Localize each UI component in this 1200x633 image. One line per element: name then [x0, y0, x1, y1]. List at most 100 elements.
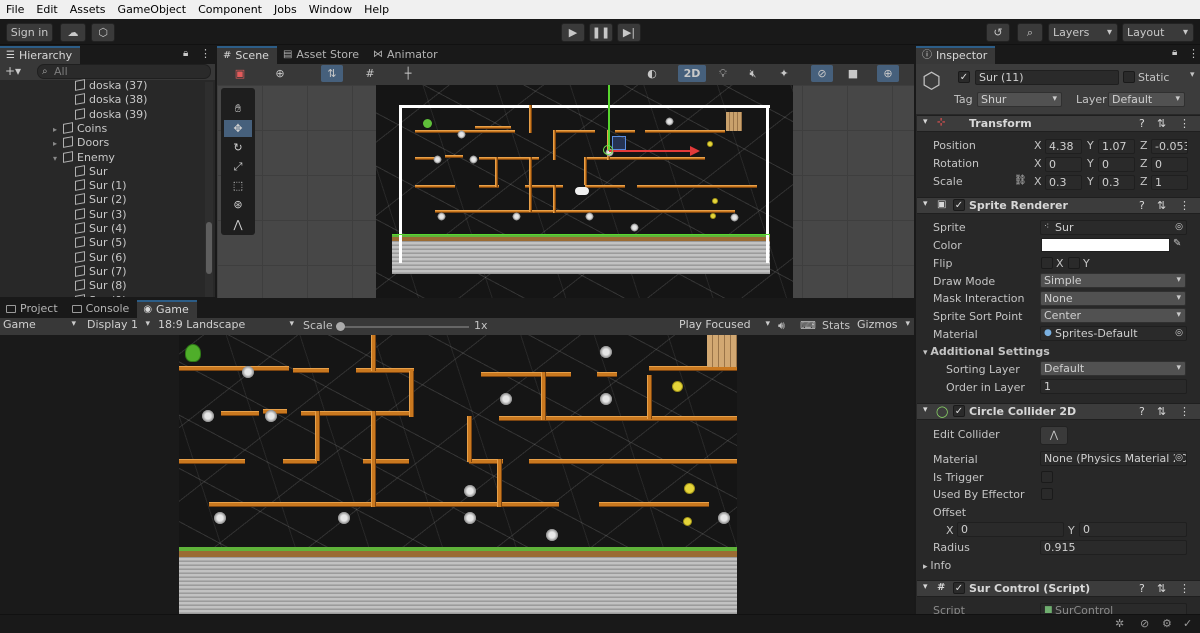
hierarchy-item[interactable]: doska (38): [65, 93, 147, 107]
audio-mute-icon[interactable]: 🔇︎: [742, 65, 764, 82]
move-gizmo-arrow[interactable]: [690, 146, 700, 156]
globe-icon[interactable]: ⊕: [269, 65, 291, 82]
lock-icon[interactable]: 🔒︎: [183, 48, 188, 59]
is-trigger-checkbox[interactable]: [1041, 471, 1053, 483]
used-by-effector-checkbox[interactable]: [1041, 488, 1053, 500]
hierarchy-item[interactable]: Sur (8): [65, 279, 127, 293]
inspector-lock-icon[interactable]: 🔒︎: [1172, 47, 1177, 58]
object-name-field[interactable]: Sur (11): [975, 70, 1119, 85]
order-in-layer-field[interactable]: 1: [1040, 379, 1187, 394]
custom-tool-icon[interactable]: ⋀: [224, 216, 252, 233]
sprite-renderer-header[interactable]: ▾ ▣ ✓ Sprite Renderer ? ⇅ ⋮: [917, 197, 1200, 214]
material-field[interactable]: ● Sprites-Default ◎: [1040, 326, 1187, 341]
tab-inspector[interactable]: ⓘ Inspector: [916, 46, 996, 64]
effects-icon[interactable]: ✦: [773, 65, 795, 82]
menu-help[interactable]: Help: [358, 0, 395, 19]
circle-collider-header[interactable]: ▾ ◯ ✓ Circle Collider 2D ? ⇅ ⋮: [917, 403, 1200, 420]
keyboard-icon[interactable]: ⌨: [800, 319, 816, 332]
color-swatch[interactable]: [1041, 238, 1170, 252]
hierarchy-item[interactable]: Sur: [65, 165, 107, 179]
no-network-icon[interactable]: ⊘: [1140, 617, 1149, 630]
edit-collider-button[interactable]: ⋀: [1040, 426, 1068, 445]
flip-y-checkbox[interactable]: [1068, 257, 1080, 269]
active-checkbox[interactable]: ✓: [958, 71, 970, 83]
hierarchy-item[interactable]: Sur (9): [65, 294, 127, 297]
move-tool-icon[interactable]: ✥: [224, 120, 252, 137]
hierarchy-item[interactable]: Sur (3): [65, 208, 127, 222]
menu-jobs[interactable]: Jobs: [268, 0, 303, 19]
scale-slider-thumb[interactable]: [336, 322, 345, 331]
menu-gameobject[interactable]: GameObject: [112, 0, 193, 19]
hierarchy-item[interactable]: Sur (2): [65, 193, 127, 207]
offset-y-field[interactable]: 0: [1079, 522, 1187, 537]
menu-file[interactable]: File: [0, 0, 30, 19]
hierarchy-scrollbar[interactable]: [205, 82, 213, 297]
game-view[interactable]: [0, 335, 914, 614]
lighting-icon[interactable]: 💡︎: [712, 65, 734, 82]
rotation-x-field[interactable]: 0: [1045, 157, 1082, 172]
script-header[interactable]: ▾ # ✓ Sur Control (Script) ? ⇅ ⋮: [917, 580, 1200, 597]
layers-dropdown[interactable]: Layers: [1048, 23, 1118, 42]
menu-edit[interactable]: Edit: [30, 0, 63, 19]
object-picker-icon[interactable]: ◎: [1175, 221, 1183, 234]
step-button[interactable]: ▶|: [617, 23, 641, 42]
tab-hierarchy[interactable]: ☰ Hierarchy: [0, 46, 81, 64]
object-picker-icon[interactable]: ◎: [1175, 327, 1183, 340]
fold-arrow-icon[interactable]: ▸: [53, 123, 63, 137]
gizmos-dropdown[interactable]: Gizmos: [854, 318, 914, 334]
search-icon[interactable]: ⌕: [1017, 23, 1043, 42]
menu-assets[interactable]: Assets: [64, 0, 112, 19]
hierarchy-search-input[interactable]: ⌕ All: [37, 64, 211, 79]
static-dropdown-icon[interactable]: ▾: [1190, 70, 1195, 80]
fold-icon[interactable]: ▾: [923, 117, 928, 127]
sign-in-button[interactable]: Sign in: [6, 23, 53, 42]
scale-y-field[interactable]: 0.3: [1098, 175, 1135, 190]
pause-button[interactable]: ❚❚: [589, 23, 613, 42]
sprite-sort-point-dropdown[interactable]: Center: [1040, 308, 1186, 323]
additional-settings-foldout[interactable]: ▾ Additional Settings: [923, 345, 1050, 358]
fold-icon[interactable]: ▾: [923, 405, 928, 415]
display-dropdown[interactable]: Display 1: [84, 318, 154, 334]
help-icon[interactable]: ?: [1139, 199, 1145, 212]
tag-dropdown[interactable]: Shur: [977, 92, 1062, 107]
menu-dots-icon[interactable]: ⋮: [1179, 117, 1190, 130]
hierarchy-item[interactable]: ▾ Enemy: [53, 151, 115, 165]
camera-icon[interactable]: ■: [842, 65, 864, 82]
fold-icon[interactable]: ▾: [923, 582, 928, 592]
increment-snap-icon[interactable]: ┼: [397, 65, 419, 82]
move-gizmo-plane[interactable]: [612, 136, 626, 150]
play-button[interactable]: ▶: [561, 23, 585, 42]
hierarchy-item[interactable]: Sur (4): [65, 222, 127, 236]
position-z-field[interactable]: -0.053: [1151, 139, 1188, 154]
help-icon[interactable]: ?: [1139, 582, 1145, 595]
rect-tool-icon[interactable]: ⬚: [224, 177, 252, 194]
tab-game[interactable]: ◉ Game: [137, 300, 197, 318]
visibility-icon[interactable]: ⊘: [811, 65, 833, 82]
scale-slider-track[interactable]: [336, 322, 469, 331]
stats-button[interactable]: Stats: [822, 319, 850, 332]
object-picker-icon[interactable]: ◎: [1175, 452, 1183, 465]
hierarchy-item[interactable]: doska (37): [65, 79, 147, 93]
check-icon[interactable]: ✓: [1183, 617, 1192, 630]
physics-material-field[interactable]: None (Physics Material 2D) ◎: [1040, 451, 1187, 466]
preset-icon[interactable]: ⇅: [1157, 199, 1166, 212]
help-icon[interactable]: ?: [1139, 405, 1145, 418]
script-enabled-checkbox[interactable]: ✓: [953, 582, 965, 594]
menu-dots-icon[interactable]: ⋮: [1179, 405, 1190, 418]
2d-toggle-button[interactable]: 2D: [678, 65, 706, 82]
hierarchy-item[interactable]: Sur (1): [65, 179, 127, 193]
layer-dropdown[interactable]: Default: [1108, 92, 1185, 107]
radius-field[interactable]: 0.915: [1040, 540, 1187, 555]
collab-icon[interactable]: ⬡: [91, 23, 115, 42]
hand-tool-icon[interactable]: ✋︎: [224, 100, 252, 117]
hierarchy-item[interactable]: ▸ Doors: [53, 136, 109, 150]
fold-arrow-icon[interactable]: ▸: [53, 137, 63, 151]
transform-header[interactable]: ▾ ⊹ Transform ? ⇅ ⋮: [917, 115, 1200, 132]
help-icon[interactable]: ?: [1139, 117, 1145, 130]
gizmos-icon[interactable]: ⊕: [877, 65, 899, 82]
layout-dropdown[interactable]: Layout: [1122, 23, 1194, 42]
circle-collider-enabled-checkbox[interactable]: ✓: [953, 405, 965, 417]
sprite-renderer-enabled-checkbox[interactable]: ✓: [953, 199, 965, 211]
preset-icon[interactable]: ⇅: [1157, 582, 1166, 595]
position-x-field[interactable]: 4.38: [1045, 139, 1082, 154]
